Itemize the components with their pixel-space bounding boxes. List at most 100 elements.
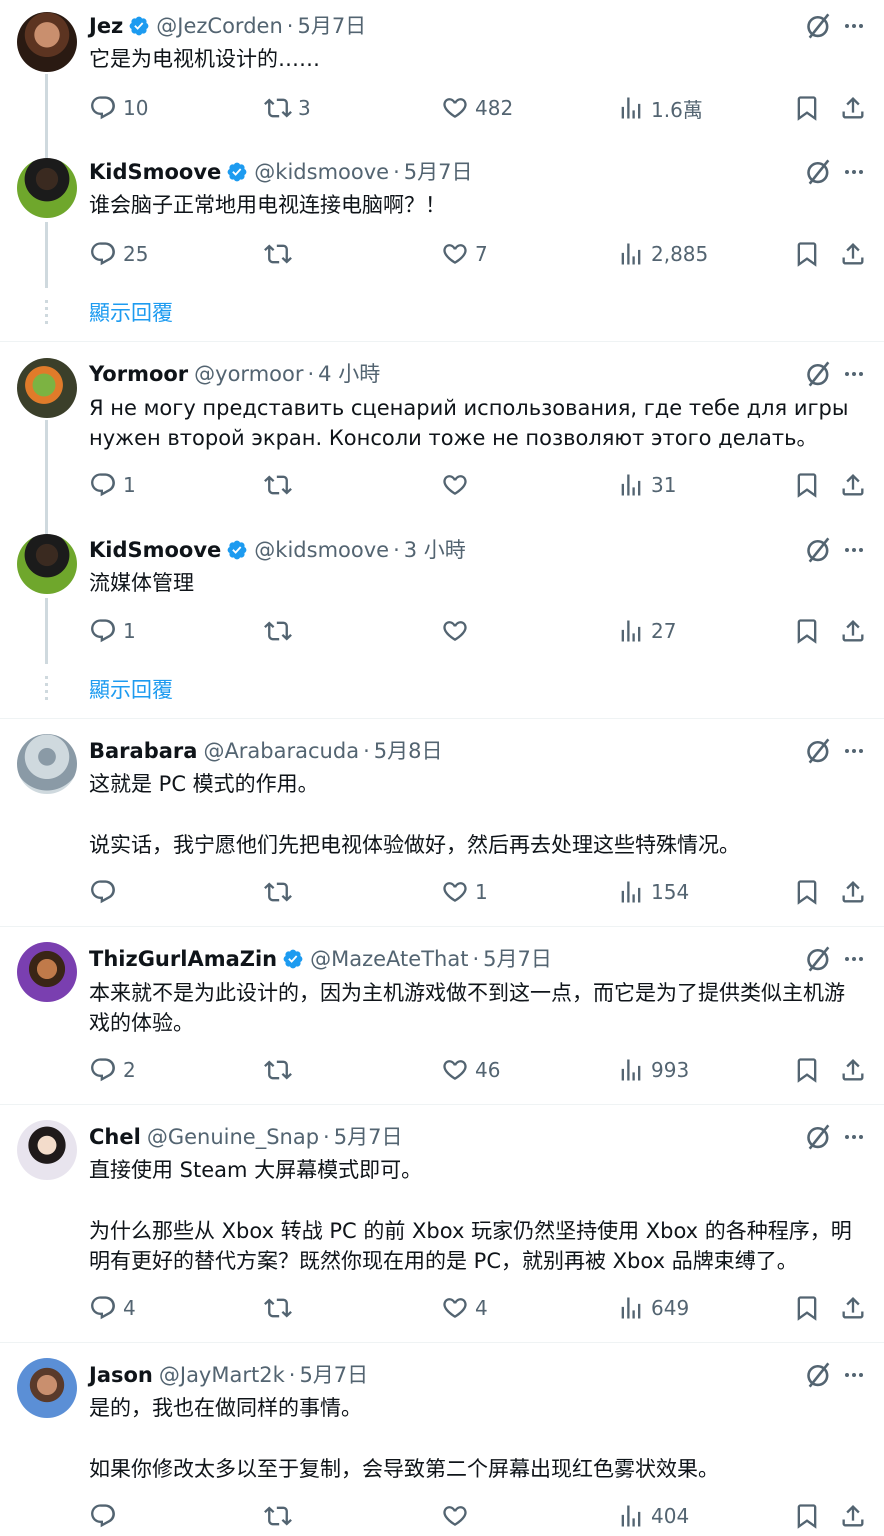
bookmark-button[interactable] (793, 1055, 827, 1085)
like-button[interactable]: 1 (441, 877, 488, 907)
views-button[interactable]: 2,885 (617, 239, 708, 269)
more-options-icon[interactable] (842, 1123, 866, 1151)
reply-button[interactable]: 4 (89, 1293, 136, 1323)
share-button[interactable] (839, 470, 873, 500)
reply-button[interactable]: 2 (89, 1055, 136, 1085)
bookmark-button[interactable] (793, 1293, 827, 1323)
bookmark-button[interactable] (793, 877, 827, 907)
author-name[interactable]: Yormoor (89, 360, 188, 388)
tweet[interactable]: ThizGurlAmaZin @MazeAteThat · 5月7日 本来就不是… (0, 930, 884, 1100)
grok-icon[interactable] (805, 945, 833, 973)
tweet[interactable]: Chel @Genuine_Snap · 5月7日 直接使用 Steam 大屏幕… (0, 1108, 884, 1338)
show-replies-link[interactable]: 顯示回覆 (89, 297, 173, 327)
more-options-icon[interactable] (842, 360, 866, 388)
tweet[interactable]: Jez @JezCorden · 5月7日 它是为电视机设计的…… 10 3 4… (0, 0, 884, 140)
author-handle[interactable]: @Arabaracuda (203, 737, 359, 765)
views-button[interactable]: 154 (617, 877, 689, 907)
retweet-button[interactable] (264, 239, 298, 269)
author-handle[interactable]: @JayMart2k (159, 1361, 285, 1389)
grok-icon[interactable] (805, 737, 833, 765)
avatar[interactable] (17, 158, 77, 218)
tweet[interactable]: Jason @JayMart2k · 5月7日 是的，我也在做同样的事情。 如果… (0, 1346, 884, 1536)
bookmark-button[interactable] (793, 470, 827, 500)
grok-icon[interactable] (805, 158, 833, 186)
tweet[interactable]: Barabara @Arabaracuda · 5月8日 这就是 PC 模式的作… (0, 722, 884, 922)
grok-icon[interactable] (805, 1123, 833, 1151)
more-options-icon[interactable] (842, 1361, 866, 1389)
avatar[interactable] (17, 534, 77, 594)
bookmark-button[interactable] (793, 616, 827, 646)
like-button[interactable]: 46 (441, 1055, 500, 1085)
author-handle[interactable]: @yormoor (194, 360, 303, 388)
views-button[interactable]: 404 (617, 1501, 689, 1531)
views-button[interactable]: 27 (617, 616, 676, 646)
grok-icon[interactable] (805, 1361, 833, 1389)
retweet-button[interactable] (264, 1293, 298, 1323)
views-button[interactable]: 649 (617, 1293, 689, 1323)
author-name[interactable]: Chel (89, 1123, 141, 1151)
avatar[interactable] (17, 12, 77, 72)
grok-icon[interactable] (805, 536, 833, 564)
share-button[interactable] (839, 877, 873, 907)
author-name[interactable]: ThizGurlAmaZin (89, 945, 277, 973)
author-handle[interactable]: @kidsmoove (254, 536, 389, 564)
share-button[interactable] (839, 1293, 873, 1323)
author-name[interactable]: KidSmoove (89, 158, 221, 186)
grok-icon[interactable] (805, 360, 833, 388)
reply-button[interactable] (89, 877, 123, 907)
tweet[interactable]: Yormoor @yormoor · 4 小時 Я не могу предст… (0, 346, 884, 516)
author-name[interactable]: Jason (89, 1361, 153, 1389)
author-handle[interactable]: @kidsmoove (254, 158, 389, 186)
views-button[interactable]: 31 (617, 470, 676, 500)
bookmark-button[interactable] (793, 93, 827, 123)
timestamp[interactable]: 5月8日 (374, 737, 443, 765)
like-button[interactable] (441, 1501, 475, 1531)
timestamp[interactable]: 5月7日 (334, 1123, 403, 1151)
share-button[interactable] (839, 239, 873, 269)
like-button[interactable] (441, 616, 475, 646)
author-handle[interactable]: @Genuine_Snap (147, 1123, 319, 1151)
retweet-button[interactable] (264, 616, 298, 646)
retweet-button[interactable] (264, 470, 298, 500)
timestamp[interactable]: 5月7日 (483, 945, 552, 973)
avatar[interactable] (17, 1120, 77, 1180)
views-button[interactable]: 1.6萬 (617, 93, 703, 123)
retweet-button[interactable] (264, 877, 298, 907)
avatar[interactable] (17, 1358, 77, 1418)
more-options-icon[interactable] (842, 536, 866, 564)
reply-button[interactable]: 25 (89, 239, 148, 269)
retweet-button[interactable] (264, 1501, 298, 1531)
share-button[interactable] (839, 1501, 873, 1531)
avatar[interactable] (17, 358, 77, 418)
like-button[interactable]: 4 (441, 1293, 488, 1323)
author-handle[interactable]: @JezCorden (156, 12, 282, 40)
more-options-icon[interactable] (842, 12, 866, 40)
tweet[interactable]: KidSmoove @kidsmoove · 3 小時 流媒体管理 1 27 (0, 522, 884, 662)
more-options-icon[interactable] (842, 158, 866, 186)
more-options-icon[interactable] (842, 737, 866, 765)
share-button[interactable] (839, 93, 873, 123)
timestamp[interactable]: 4 小時 (318, 360, 380, 388)
show-replies-link[interactable]: 顯示回覆 (89, 674, 173, 704)
author-name[interactable]: KidSmoove (89, 536, 221, 564)
avatar[interactable] (17, 942, 77, 1002)
bookmark-button[interactable] (793, 1501, 827, 1531)
timestamp[interactable]: 5月7日 (404, 158, 473, 186)
reply-button[interactable]: 10 (89, 93, 148, 123)
author-name[interactable]: Jez (89, 12, 123, 40)
reply-button[interactable]: 1 (89, 616, 136, 646)
timestamp[interactable]: 3 小時 (404, 536, 466, 564)
grok-icon[interactable] (805, 12, 833, 40)
author-name[interactable]: Barabara (89, 737, 197, 765)
tweet[interactable]: KidSmoove @kidsmoove · 5月7日 谁会脑子正常地用电视连接… (0, 146, 884, 286)
timestamp[interactable]: 5月7日 (299, 1361, 368, 1389)
views-button[interactable]: 993 (617, 1055, 689, 1085)
like-button[interactable]: 482 (441, 93, 513, 123)
retweet-button[interactable] (264, 1055, 298, 1085)
like-button[interactable]: 7 (441, 239, 488, 269)
reply-button[interactable]: 1 (89, 470, 136, 500)
reply-button[interactable] (89, 1501, 123, 1531)
avatar[interactable] (17, 734, 77, 794)
more-options-icon[interactable] (842, 945, 866, 973)
timestamp[interactable]: 5月7日 (297, 12, 366, 40)
